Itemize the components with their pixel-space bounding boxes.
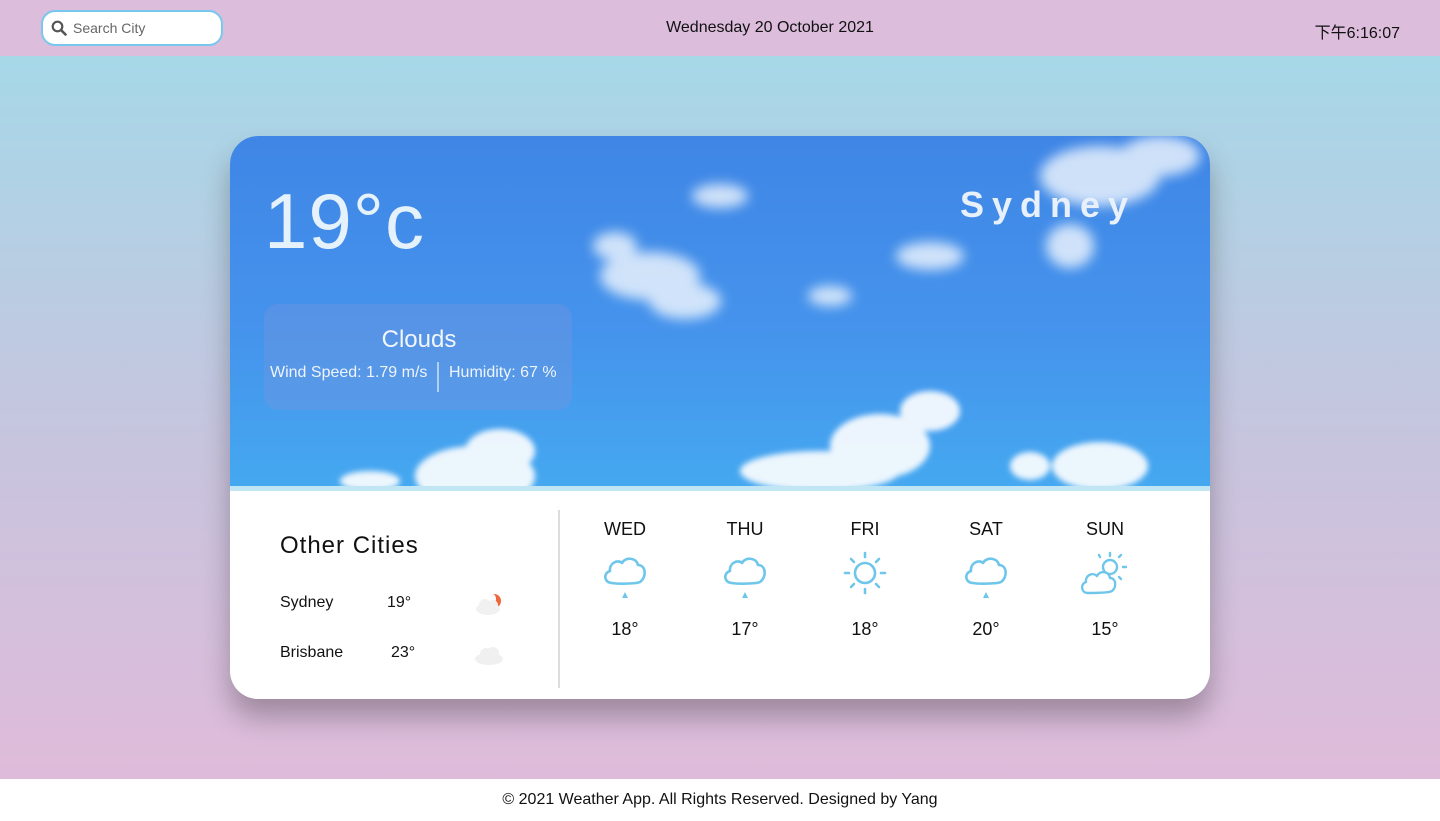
forecast-day: WED 18° [585,519,665,640]
city-temperature: 23° [391,644,416,661]
forecast-day: FRI 18° [825,519,905,640]
forecast-temperature: 17° [731,619,759,639]
forecast-day: SAT 20° [946,519,1026,640]
condition-stats: Wind Speed: 1.79 m/s Humidity: 67 % [270,362,570,392]
vertical-divider [558,510,560,688]
wind-speed: Wind Speed: 1.79 m/s [270,364,428,381]
top-bar: Wednesday 20 October 2021 下午6:16:07 [0,0,1440,56]
forecast-day-name: WED [604,519,646,539]
search-input[interactable] [71,19,215,37]
current-temperature: 19°c [264,177,425,265]
forecast-day-name: SUN [1085,519,1124,539]
forecast-temperature: 20° [972,619,1000,639]
cloud-icon [472,641,508,672]
conditions-panel: Clouds Wind Speed: 1.79 m/s Humidity: 67… [264,304,572,410]
forecast-day-name: SAT [969,519,1003,539]
forecast-temperature: 18° [851,619,879,639]
stats-divider [437,362,439,392]
forecast-day-name: THU [726,519,764,539]
sky-panel: 19°c Sydney Clouds Wind Speed: 1.79 m/s … [230,136,1210,486]
forecast-day: THU 17° [705,519,785,640]
search-icon [51,20,67,36]
panel-divider [230,486,1210,491]
city-name: Brisbane [280,644,344,661]
sun-cloud-icon [1065,549,1145,601]
partly-cloudy-night-icon [472,591,508,622]
current-city: Sydney [960,184,1137,225]
list-item[interactable]: Brisbane 23° [280,641,520,667]
forecast-day: SUN 15° [1065,519,1145,640]
rain-cloud-icon [585,549,665,601]
humidity: Humidity: 67 % [449,364,557,381]
condition-label: Clouds [381,326,457,353]
footer: © 2021 Weather App. All Rights Reserved.… [0,779,1440,821]
list-item[interactable]: Sydney 19° [280,591,520,617]
rain-cloud-icon [705,549,785,601]
rain-cloud-icon [946,549,1026,601]
city-name: Sydney [280,594,334,611]
other-cities-title: Other Cities [280,532,419,559]
current-date: Wednesday 20 October 2021 [666,19,874,36]
search-box[interactable] [41,10,223,46]
forecast-day-name: FRI [850,519,880,539]
forecast-temperature: 15° [1091,619,1119,639]
weather-card: 19°c Sydney Clouds Wind Speed: 1.79 m/s … [230,136,1210,699]
city-temperature: 19° [387,594,412,611]
current-time: 下午6:16:07 [1314,25,1400,42]
forecast-temperature: 18° [611,619,639,639]
sun-icon [825,549,905,601]
